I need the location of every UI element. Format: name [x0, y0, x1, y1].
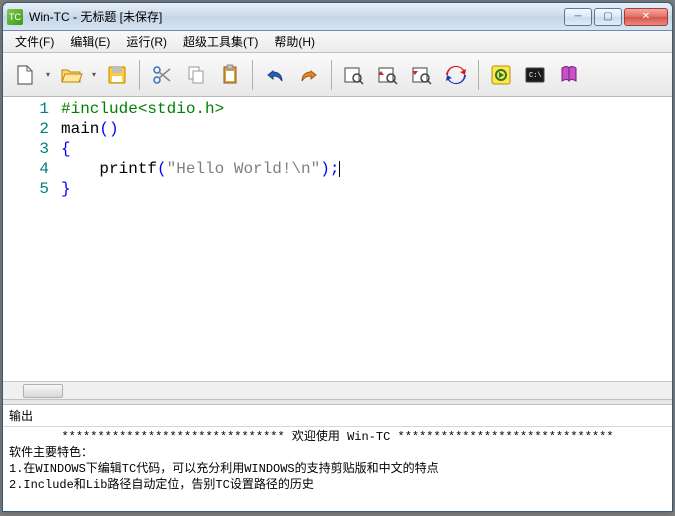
menubar: 文件(F) 编辑(E) 运行(R) 超级工具集(T) 帮助(H) [3, 31, 672, 53]
save-button[interactable] [101, 59, 133, 91]
line-number: 5 [5, 179, 49, 199]
code-token: () [99, 120, 118, 138]
search-down-icon [410, 63, 434, 87]
horizontal-scrollbar[interactable] [3, 381, 672, 399]
redo-icon [297, 63, 321, 87]
code-token: } [61, 180, 71, 198]
undo-icon [263, 63, 287, 87]
output-banner: ******************************* 欢迎使用 Win… [9, 429, 666, 445]
cut-button[interactable] [146, 59, 178, 91]
output-line: 1.在WINDOWS下编辑TC代码，可以充分利用WINDOWS的支持剪贴版和中文… [9, 462, 439, 476]
open-file-dropdown[interactable]: ▾ [89, 70, 99, 79]
save-disk-icon [105, 63, 129, 87]
open-file-button[interactable] [55, 59, 87, 91]
toolbar-separator [331, 60, 332, 90]
app-window: TC Win-TC - 无标题 [未保存] ─ ▢ ✕ 文件(F) 编辑(E) … [2, 2, 673, 512]
output-content[interactable]: ******************************* 欢迎使用 Win… [3, 427, 672, 511]
code-content[interactable]: #include<stdio.h> main() { printf("Hello… [57, 97, 672, 381]
copy-button[interactable] [180, 59, 212, 91]
new-file-dropdown[interactable]: ▾ [43, 70, 53, 79]
app-icon: TC [7, 9, 23, 25]
book-icon [557, 63, 581, 87]
scrollbar-thumb[interactable] [23, 384, 63, 398]
toolbar-separator [139, 60, 140, 90]
code-editor[interactable]: 1 2 3 4 5 #include<stdio.h> main() { pri… [3, 97, 672, 381]
search-icon [342, 63, 366, 87]
output-panel: 输出 ******************************* 欢迎使用 … [3, 405, 672, 511]
maximize-button[interactable]: ▢ [594, 8, 622, 26]
code-token: main [61, 120, 99, 138]
clipboard-icon [218, 63, 242, 87]
code-token: printf [99, 160, 157, 178]
new-file-icon [13, 63, 37, 87]
code-token: ( [157, 160, 167, 178]
minimize-button[interactable]: ─ [564, 8, 592, 26]
scissors-icon [150, 63, 174, 87]
help-button[interactable] [553, 59, 585, 91]
redo-button[interactable] [293, 59, 325, 91]
copy-icon [184, 63, 208, 87]
svg-text:C:\: C:\ [529, 72, 542, 80]
line-number: 2 [5, 119, 49, 139]
code-token: ); [320, 160, 339, 178]
text-cursor [339, 161, 340, 177]
toolbar-separator [478, 60, 479, 90]
toolbar-separator [252, 60, 253, 90]
menu-run[interactable]: 运行(R) [118, 31, 175, 52]
find-button[interactable] [338, 59, 370, 91]
menu-edit[interactable]: 编辑(E) [62, 31, 118, 52]
new-file-button[interactable] [9, 59, 41, 91]
code-token [61, 160, 99, 178]
find-prev-button[interactable] [372, 59, 404, 91]
toolbar: ▾ ▾ C:\ [3, 53, 672, 97]
code-token: { [61, 140, 71, 158]
cycle-icon [444, 63, 468, 87]
window-controls: ─ ▢ ✕ [564, 8, 668, 26]
run-button[interactable] [485, 59, 517, 91]
console-button[interactable]: C:\ [519, 59, 551, 91]
open-folder-icon [59, 63, 83, 87]
paste-button[interactable] [214, 59, 246, 91]
line-number: 1 [5, 99, 49, 119]
line-gutter: 1 2 3 4 5 [3, 97, 57, 381]
code-token: <stdio.h> [138, 100, 224, 118]
titlebar[interactable]: TC Win-TC - 无标题 [未保存] ─ ▢ ✕ [3, 3, 672, 31]
menu-help[interactable]: 帮助(H) [266, 31, 323, 52]
gear-run-icon [489, 63, 513, 87]
search-up-icon [376, 63, 400, 87]
compile-button[interactable] [440, 59, 472, 91]
output-line: 2.Include和Lib路径自动定位，告别TC设置路径的历史 [9, 478, 314, 492]
code-token: #include [61, 100, 138, 118]
line-number: 4 [5, 159, 49, 179]
find-next-button[interactable] [406, 59, 438, 91]
undo-button[interactable] [259, 59, 291, 91]
output-label: 输出 [3, 405, 672, 427]
menu-file[interactable]: 文件(F) [7, 31, 62, 52]
close-button[interactable]: ✕ [624, 8, 668, 26]
line-number: 3 [5, 139, 49, 159]
output-line: 软件主要特色： [9, 446, 93, 460]
code-token: "Hello World!\n" [167, 160, 321, 178]
window-title: Win-TC - 无标题 [未保存] [29, 8, 564, 25]
console-icon: C:\ [523, 63, 547, 87]
menu-tools[interactable]: 超级工具集(T) [175, 31, 266, 52]
